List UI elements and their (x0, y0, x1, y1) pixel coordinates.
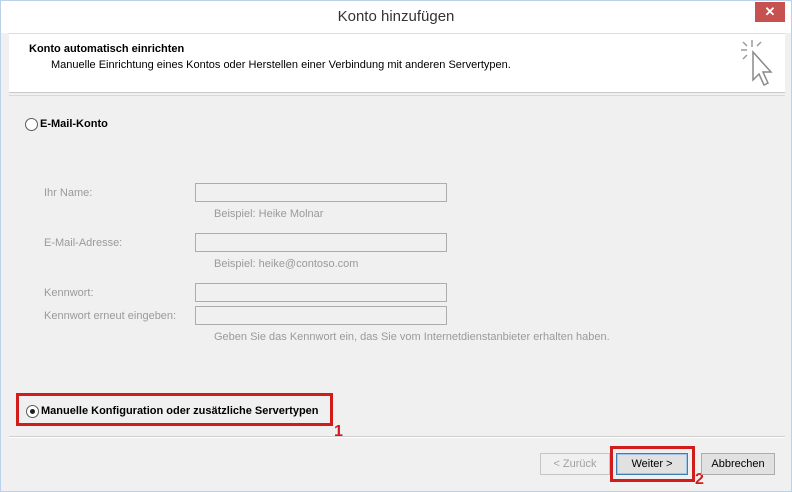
add-account-dialog: Konto hinzufügen ✕ Konto automatisch ein… (0, 0, 792, 492)
password-repeat-label: Kennwort erneut eingeben: (44, 310, 177, 322)
window-title: Konto hinzufügen (337, 8, 455, 25)
dialog-header: Konto automatisch einrichten Manuelle Ei… (9, 33, 785, 93)
email-account-label[interactable]: E-Mail-Konto (40, 118, 108, 130)
cursor-sparkle-icon (741, 40, 773, 87)
email-label: E-Mail-Adresse: (44, 237, 123, 249)
name-hint: Beispiel: Heike Molnar (214, 208, 324, 220)
name-input[interactable] (195, 183, 447, 202)
email-hint: Beispiel: heike@contoso.com (214, 258, 359, 270)
manual-config-label[interactable]: Manuelle Konfiguration oder zusätzliche … (41, 405, 319, 417)
email-input[interactable] (195, 233, 447, 252)
header-subtitle: Manuelle Einrichtung eines Kontos oder H… (51, 59, 511, 71)
next-button[interactable]: Weiter > (616, 453, 688, 475)
back-button[interactable]: < Zurück (540, 453, 610, 475)
password-label: Kennwort: (44, 287, 94, 299)
step1-callout: 1 (334, 423, 343, 440)
header-title: Konto automatisch einrichten (29, 43, 185, 55)
email-account-radio[interactable] (25, 118, 38, 131)
content-area: E-Mail-Konto Ihr Name: Beispiel: Heike M… (9, 95, 785, 440)
cancel-button[interactable]: Abbrechen (701, 453, 775, 475)
footer-separator (9, 436, 785, 438)
manual-config-radio[interactable] (26, 405, 39, 418)
password-hint: Geben Sie das Kennwort ein, das Sie vom … (214, 331, 610, 343)
password-repeat-input[interactable] (195, 306, 447, 325)
password-input[interactable] (195, 283, 447, 302)
close-button[interactable]: ✕ (755, 2, 785, 22)
name-label: Ihr Name: (44, 187, 93, 199)
title-bar: Konto hinzufügen ✕ (1, 1, 791, 33)
